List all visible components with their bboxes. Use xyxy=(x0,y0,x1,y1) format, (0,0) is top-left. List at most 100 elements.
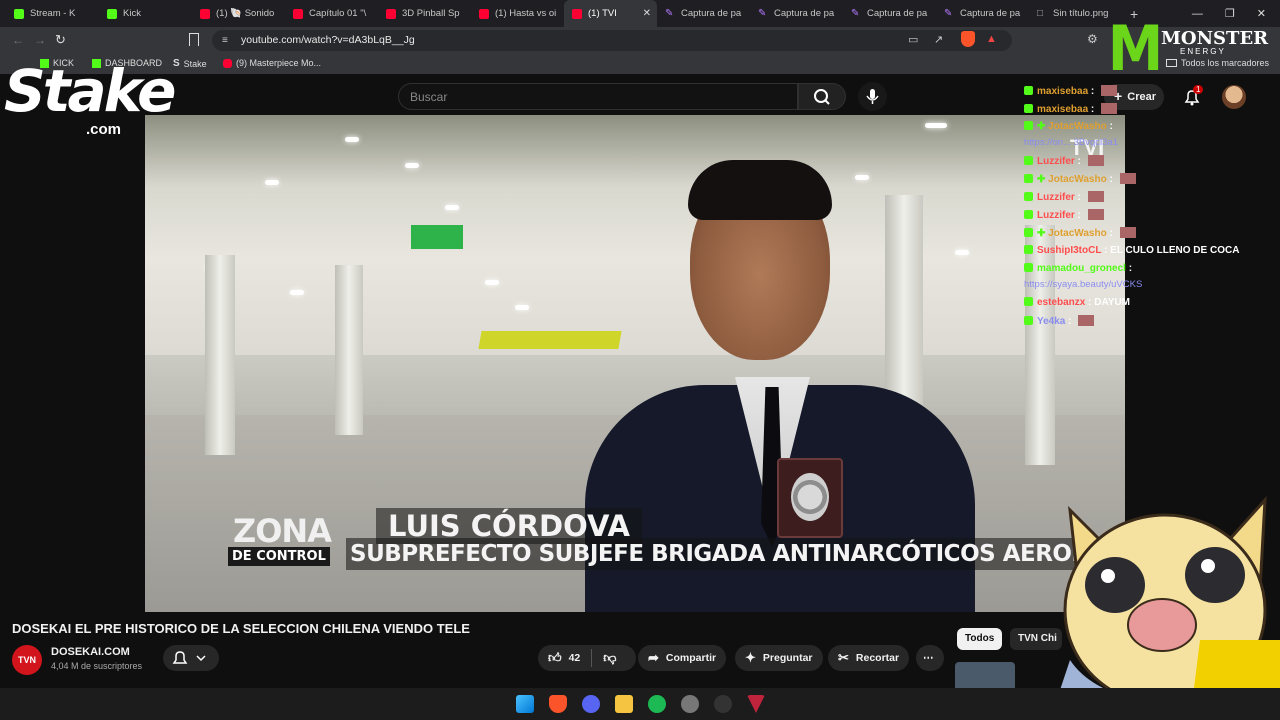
zona-title: ZONA xyxy=(233,512,332,550)
brave-rewards-icon[interactable]: ▲ xyxy=(986,33,997,45)
kick-badge-icon xyxy=(1024,156,1033,165)
bell-icon xyxy=(172,651,206,664)
youtube-icon xyxy=(293,8,303,19)
youtube-icon xyxy=(200,8,210,19)
reload-icon[interactable]: ↻ xyxy=(55,32,66,48)
tab-label: (1) 🐚 Sonido xyxy=(216,8,275,19)
forward-icon[interactable]: → xyxy=(34,33,46,47)
clip-button[interactable]: ✂ Recortar xyxy=(828,645,910,671)
user-avatar[interactable] xyxy=(1222,85,1246,109)
subscriber-badge-icon: ✚ xyxy=(1037,121,1049,132)
scissors-icon: ✂ xyxy=(838,650,849,665)
ceiling-light xyxy=(955,250,969,255)
discord-icon[interactable] xyxy=(582,695,600,713)
search-icon xyxy=(814,89,830,105)
chat-message: Luzzifer : xyxy=(1024,191,1104,203)
browser-tab[interactable]: ✎ Captura de pa xyxy=(843,0,936,27)
chat-text: EL CULO LLENO DE COCA xyxy=(1110,245,1240,256)
share-button[interactable]: ➦ Compartir xyxy=(638,645,727,671)
browser-tab[interactable]: ✎ Captura de pa xyxy=(936,0,1029,27)
tab-label: Captura de pa xyxy=(681,8,742,19)
chat-username: Luzzifer xyxy=(1037,192,1075,203)
stake-icon: S xyxy=(173,58,180,69)
windows-start-icon[interactable] xyxy=(516,695,534,713)
ceiling-light xyxy=(515,305,529,310)
browser-tab[interactable]: (1) Hasta vs oi xyxy=(471,0,564,27)
youtube-icon xyxy=(572,8,582,19)
ceiling-light xyxy=(265,180,279,185)
chat-username: JotacWasho xyxy=(1048,228,1107,239)
cast-icon[interactable]: ▭ xyxy=(908,33,918,46)
app-icon[interactable] xyxy=(681,695,699,713)
all-bookmarks[interactable]: Todos los marcadores xyxy=(1166,58,1269,68)
kick-badge-icon xyxy=(1024,121,1033,130)
more-actions-button[interactable]: ⋯ xyxy=(916,645,944,671)
emote-icon xyxy=(1078,315,1095,326)
search-input[interactable]: Buscar xyxy=(398,83,798,110)
pillar xyxy=(1025,225,1055,465)
chat-separator: : xyxy=(1074,192,1084,203)
channel-name[interactable]: DOSEKAI.COM xyxy=(51,646,130,658)
spotify-icon[interactable] xyxy=(648,695,666,713)
browser-tab[interactable]: 3D Pinball Sp xyxy=(378,0,471,27)
brave-browser-icon[interactable] xyxy=(549,695,567,713)
bookmark-stake[interactable]: S Stake xyxy=(173,58,207,69)
browser-tab[interactable]: ✎ Captura de pa xyxy=(657,0,750,27)
chat-message: mamadou_gronecl : xyxy=(1024,263,1132,274)
like-count[interactable]: 42 xyxy=(569,652,581,664)
close-window-icon[interactable]: ✕ xyxy=(1257,7,1266,20)
minimize-icon[interactable]: — xyxy=(1192,8,1203,20)
brave-shields-icon[interactable] xyxy=(961,31,975,47)
ceiling-light xyxy=(290,290,304,295)
chat-message: ✚ JotacWasho : xyxy=(1024,121,1113,132)
search-button[interactable] xyxy=(798,83,846,110)
mic-icon xyxy=(866,89,879,104)
pen-icon: ✎ xyxy=(665,7,674,19)
bookmark-masterpiece[interactable]: (9) Masterpiece Mo... xyxy=(223,58,321,68)
notifications-button[interactable]: 1 xyxy=(1183,85,1204,106)
browser-tab[interactable]: Capítulo 01 "\ xyxy=(285,0,378,27)
chip-tvn[interactable]: TVN Chi xyxy=(1010,628,1062,650)
dislike-icon[interactable]: 👎︎ xyxy=(603,650,616,666)
ceiling-light xyxy=(485,280,499,285)
ask-button[interactable]: ✦ Preguntar xyxy=(735,645,823,671)
tab-label: (1) Hasta vs oi xyxy=(495,8,557,19)
browser-tab-bar: Stream - K Kick (1) 🐚 Sonido Capítulo 01 "\… xyxy=(0,0,1280,27)
share-label: Compartir xyxy=(665,652,717,664)
chat-message: Luzzifer : xyxy=(1024,209,1104,221)
chat-message: Luzzifer : xyxy=(1024,155,1104,167)
bookmark-icon[interactable] xyxy=(189,33,199,46)
browser-tab[interactable]: Stream - K xyxy=(6,0,99,27)
create-label: Crear xyxy=(1127,91,1156,103)
browser-tab[interactable]: Kick xyxy=(99,0,192,27)
subscriber-count: 4,04 M de suscriptores xyxy=(51,661,143,671)
windows-taskbar xyxy=(0,688,1280,720)
maximize-icon[interactable]: ❐ xyxy=(1225,7,1235,20)
extensions-icon[interactable]: ⚙ xyxy=(1087,32,1098,46)
chip-all[interactable]: Todos xyxy=(957,628,1003,650)
site-info-icon[interactable]: ≡ xyxy=(222,35,228,46)
browser-tab[interactable]: (1) TVI ✕ xyxy=(564,0,657,27)
kick-badge-icon xyxy=(1024,263,1033,272)
voice-search-button[interactable] xyxy=(858,82,887,111)
close-tab-icon[interactable]: ✕ xyxy=(643,8,651,19)
like-dislike-group: 👍︎ 42 👎︎ xyxy=(538,645,636,671)
vtuber-cat-avatar xyxy=(1050,495,1280,720)
back-icon[interactable]: ← xyxy=(12,33,24,47)
chat-username: JotacWasho xyxy=(1048,121,1107,132)
chat-separator: : xyxy=(1101,245,1111,256)
bookmark-label: (9) Masterpiece Mo... xyxy=(236,58,322,68)
share-page-icon[interactable]: ↗ xyxy=(934,33,943,46)
like-icon[interactable]: 👍︎ xyxy=(548,650,562,666)
file-explorer-icon[interactable] xyxy=(615,695,633,713)
subscription-bell-button[interactable] xyxy=(163,645,219,671)
kick-badge-icon xyxy=(1024,228,1033,237)
channel-avatar[interactable]: TVN xyxy=(12,645,42,675)
tab-label: Captura de pa xyxy=(960,8,1021,19)
share-icon: ➦ xyxy=(648,650,659,665)
tab-label: Captura de pa xyxy=(867,8,928,19)
url-text[interactable]: youtube.com/watch?v=dA3bLqB__Jg xyxy=(241,34,415,46)
browser-tab[interactable]: ✎ Captura de pa xyxy=(750,0,843,27)
obs-icon[interactable] xyxy=(714,695,732,713)
browser-tab[interactable]: (1) 🐚 Sonido xyxy=(192,0,285,27)
